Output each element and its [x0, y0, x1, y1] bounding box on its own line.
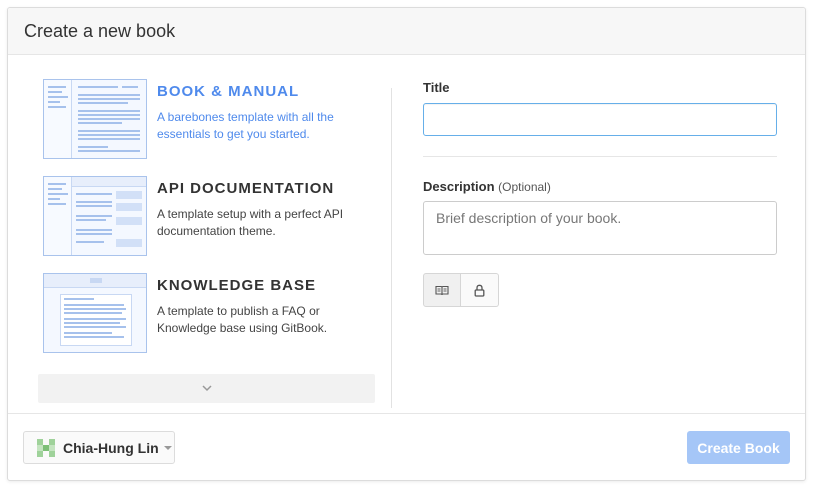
template-description: A template to publish a FAQ or Knowledge… [157, 304, 328, 335]
dialog-title: Create a new book [24, 21, 176, 41]
template-description: A template setup with a perfect API docu… [157, 207, 344, 238]
more-templates-button[interactable] [38, 374, 375, 403]
create-book-button[interactable]: Create Book [687, 431, 790, 464]
optional-hint: (Optional) [498, 180, 551, 194]
avatar [37, 438, 55, 457]
book-manual-thumbnail [43, 79, 147, 159]
template-book-manual[interactable]: BOOK & MANUAL A barebones template with … [38, 79, 376, 176]
lock-icon [474, 284, 485, 297]
description-label: Description (Optional) [423, 179, 777, 194]
caret-down-icon [163, 445, 172, 450]
template-description: A barebones template with all the essent… [157, 110, 334, 141]
owner-selector[interactable]: Chia-Hung Lin [23, 431, 175, 464]
api-documentation-thumbnail [43, 176, 147, 256]
template-knowledge-base[interactable]: KNOWLEDGE BASE A template to publish a F… [38, 273, 376, 370]
book-form: Title Description (Optional) [423, 80, 777, 307]
form-divider [423, 156, 777, 157]
book-icon [435, 285, 449, 295]
description-input[interactable] [423, 201, 777, 255]
visibility-toggle-group [423, 273, 777, 307]
title-label: Title [423, 80, 450, 95]
title-input[interactable] [423, 103, 777, 136]
create-book-dialog: Create a new book BOOK & MANUAL A barebo… [7, 7, 806, 481]
public-book-button[interactable] [423, 273, 461, 307]
description-label-text: Description [423, 179, 495, 194]
chevron-down-icon [201, 385, 212, 392]
private-book-button[interactable] [461, 273, 499, 307]
template-list: BOOK & MANUAL A barebones template with … [38, 79, 376, 403]
dialog-header: Create a new book [8, 8, 805, 55]
template-title: BOOK & MANUAL [157, 83, 300, 100]
dialog-body: BOOK & MANUAL A barebones template with … [8, 56, 805, 415]
dialog-footer: Chia-Hung Lin Create Book [8, 413, 805, 480]
template-title: KNOWLEDGE BASE [157, 277, 317, 294]
owner-name: Chia-Hung Lin [63, 439, 159, 456]
knowledge-base-thumbnail [43, 273, 147, 353]
template-title: API DOCUMENTATION [157, 180, 335, 197]
column-divider [391, 88, 392, 408]
template-api-documentation[interactable]: API DOCUMENTATION A template setup with … [38, 176, 376, 273]
